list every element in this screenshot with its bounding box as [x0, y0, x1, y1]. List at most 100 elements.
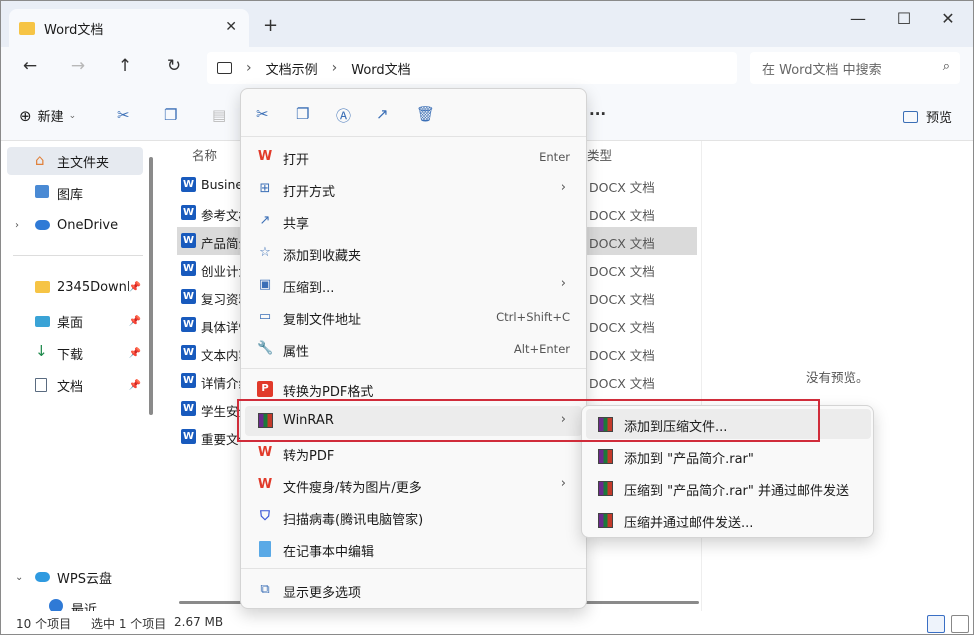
menu-item-convert-pdf[interactable]: P 转换为PDF格式	[245, 374, 582, 404]
maximize-button[interactable]: ☐	[889, 9, 919, 28]
submenu-item-label: 压缩到 "产品简介.rar" 并通过邮件发送	[624, 484, 850, 499]
menu-item-label: 压缩到...	[283, 281, 335, 296]
menu-item-label: 复制文件地址	[283, 313, 362, 328]
new-button-label: 新建	[37, 110, 64, 125]
document-icon	[35, 378, 47, 392]
forward-button[interactable]: →	[66, 56, 90, 76]
menu-item-copy-path[interactable]: ▭ 复制文件地址 Ctrl+Shift+C	[245, 302, 582, 332]
menu-item-share[interactable]: ↗ 共享	[245, 206, 582, 236]
new-button[interactable]: ⊕ 新建 ⌄	[19, 106, 76, 126]
details-view-button[interactable]	[927, 615, 945, 633]
sidebar-divider	[13, 255, 143, 256]
sidebar-item-desktop[interactable]: 桌面 📌	[7, 307, 143, 335]
menu-item-wps-more[interactable]: W 文件瘦身/转为图片/更多 ›	[245, 470, 582, 500]
file-type: DOCX 文档	[589, 236, 655, 251]
pin-icon: 📌	[128, 379, 141, 391]
submenu-item-add-to-rar[interactable]: 添加到 "产品简介.rar"	[586, 441, 871, 471]
share-icon: ↗	[259, 213, 271, 228]
tiles-view-button[interactable]	[951, 615, 969, 633]
address-bar[interactable]: › 文档示例 › Word文档	[207, 52, 737, 84]
copy-path-icon: ▭	[258, 309, 272, 324]
minimize-button[interactable]: —	[843, 9, 873, 28]
preview-pane-divider[interactable]	[701, 141, 702, 611]
open-with-icon: ⊞	[259, 181, 271, 196]
menu-item-properties[interactable]: 🔧 属性 Alt+Enter	[245, 334, 582, 364]
word-file-icon: W	[181, 317, 196, 332]
menu-item-winrar[interactable]: WinRAR ›	[245, 406, 582, 436]
desktop-icon	[35, 316, 50, 327]
column-header-name[interactable]: 名称	[192, 145, 217, 164]
breadcrumb-item[interactable]: 文档示例	[266, 59, 318, 78]
word-file-icon: W	[181, 373, 196, 388]
delete-icon[interactable]: 🗑	[416, 105, 435, 123]
word-file-icon: W	[181, 233, 196, 248]
share-icon[interactable]: ↗	[376, 105, 389, 123]
menu-item-label: 打开方式	[283, 185, 336, 200]
submenu-item-add-archive[interactable]: 添加到压缩文件...	[586, 409, 871, 439]
menu-item-label: 添加到收藏夹	[283, 249, 362, 264]
menu-item-open[interactable]: W 打开 Enter	[245, 142, 582, 172]
shortcut-text: Ctrl+Shift+C	[496, 310, 570, 324]
breadcrumb-item[interactable]: Word文档	[351, 59, 410, 78]
sidebar-item-documents[interactable]: 文档 📌	[7, 371, 143, 399]
chevron-right-icon: ›	[246, 60, 252, 76]
rename-icon[interactable]: Ⓐ	[336, 105, 351, 126]
menu-item-virus-scan[interactable]: ⛉ 扫描病毒(腾讯电脑管家)	[245, 502, 582, 532]
winrar-icon	[598, 417, 613, 432]
file-type: DOCX 文档	[589, 348, 655, 363]
submenu-item-compress-email[interactable]: 压缩并通过邮件发送...	[586, 505, 871, 535]
navigation-pane: ⌂ 主文件夹 图库 › OneDrive 2345Downlo 📌 桌面 📌 ↓…	[1, 141, 158, 611]
winrar-icon	[257, 413, 273, 429]
word-file-icon: W	[181, 205, 196, 220]
sidebar-item-wps-cloud[interactable]: ⌄ WPS云盘	[7, 563, 143, 591]
back-button[interactable]: ←	[18, 56, 42, 76]
cut-icon[interactable]: ✂	[256, 105, 269, 123]
pin-icon: 📌	[128, 281, 141, 293]
pdf-convert-icon: P	[257, 381, 273, 397]
tab-word-docs[interactable]: Word文档 ✕	[9, 9, 249, 47]
shortcut-text: Alt+Enter	[513, 342, 570, 356]
menu-item-open-with[interactable]: ⊞ 打开方式 ›	[245, 174, 582, 204]
file-type: DOCX 文档	[589, 376, 655, 391]
wps-icon: W	[257, 149, 273, 164]
copy-icon[interactable]: ❐	[164, 106, 177, 124]
close-tab-icon[interactable]: ✕	[225, 19, 237, 35]
chevron-down-icon[interactable]: ⌄	[15, 572, 23, 583]
menu-item-label: 打开	[283, 153, 310, 168]
sidebar-item-recent[interactable]: 最近	[7, 593, 143, 611]
preview-label: 预览	[926, 111, 953, 126]
sidebar-scrollbar[interactable]	[149, 157, 153, 415]
search-icon: ⌕	[942, 59, 950, 74]
wps-more-icon: W	[257, 477, 273, 492]
sidebar-item-label: 主文件夹	[57, 155, 110, 171]
copy-icon[interactable]: ❐	[296, 105, 309, 123]
more-options-button[interactable]: ...	[589, 101, 606, 119]
up-button[interactable]: ↑	[113, 56, 137, 76]
menu-item-add-favorites[interactable]: ☆ 添加到收藏夹	[245, 238, 582, 268]
menu-item-label: 转换为PDF格式	[283, 385, 374, 400]
column-header-type[interactable]: 类型	[587, 145, 612, 164]
preview-button[interactable]: 预览	[903, 107, 952, 126]
paste-icon[interactable]: ▤	[212, 106, 226, 124]
tab-title: Word文档	[44, 22, 104, 38]
submenu-item-compress-email-rar[interactable]: 压缩到 "产品简介.rar" 并通过邮件发送	[586, 473, 871, 503]
menu-item-to-pdf[interactable]: W 转为PDF	[245, 438, 582, 468]
sidebar-item-2345downloads[interactable]: 2345Downlo 📌	[7, 273, 143, 301]
refresh-button[interactable]: ↻	[162, 56, 186, 76]
menu-item-notepad[interactable]: 在记事本中编辑	[245, 534, 582, 564]
menu-item-label: WinRAR	[283, 413, 334, 428]
submenu-item-label: 添加到压缩文件...	[624, 420, 728, 435]
new-tab-button[interactable]: +	[263, 15, 278, 36]
sidebar-item-label: 最近	[71, 602, 98, 612]
sidebar-item-gallery[interactable]: 图库	[7, 179, 143, 207]
cut-icon[interactable]: ✂	[117, 106, 130, 124]
sidebar-item-onedrive[interactable]: › OneDrive	[7, 211, 143, 239]
sidebar-item-downloads[interactable]: ↓ 下载 📌	[7, 339, 143, 367]
sidebar-item-home[interactable]: ⌂ 主文件夹	[7, 147, 143, 175]
close-window-button[interactable]: ✕	[933, 9, 963, 28]
chevron-right-icon[interactable]: ›	[15, 220, 19, 231]
search-input[interactable]: 在 Word文档 中搜索 ⌕	[750, 52, 960, 84]
menu-item-show-more[interactable]: ⧉ 显示更多选项	[245, 575, 582, 605]
menu-item-compress-to[interactable]: ▣ 压缩到... ›	[245, 270, 582, 300]
selection-size: 2.67 MB	[174, 615, 224, 629]
